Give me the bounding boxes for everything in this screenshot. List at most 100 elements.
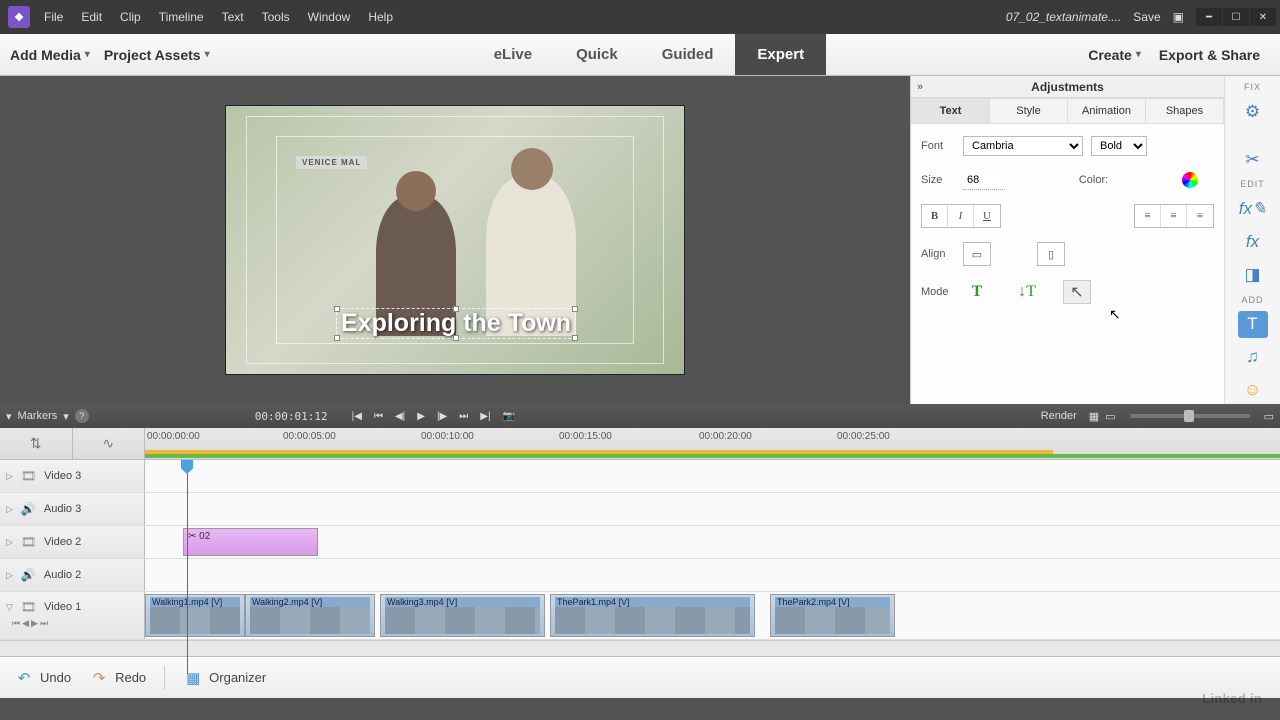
zoom-slider[interactable] (1130, 414, 1250, 418)
menu-timeline[interactable]: Timeline (151, 6, 212, 28)
markers-menu-icon[interactable]: ▾ (6, 410, 12, 423)
align-center-icon[interactable]: ≡ (1161, 205, 1187, 227)
clip-nav-last-icon[interactable]: ⏭ (40, 618, 48, 629)
title-clip[interactable]: ✂ 02 (183, 528, 318, 556)
menu-file[interactable]: File (36, 6, 71, 28)
video-clip[interactable]: Walking2.mp4 [V] (245, 594, 375, 637)
clip-nav-first-icon[interactable]: ⏮ (12, 618, 20, 629)
tools-icon[interactable]: ✂ (1238, 146, 1268, 173)
playhead[interactable] (187, 460, 188, 674)
audio-waveform-icon[interactable]: ∿ (72, 428, 145, 459)
fx-icon[interactable]: fx (1238, 228, 1268, 255)
menu-tools[interactable]: Tools (254, 6, 298, 28)
align-horiz-icon[interactable]: ▭ (964, 243, 990, 265)
transitions-icon[interactable]: ◨ (1238, 262, 1268, 289)
align-left-icon[interactable]: ≡ (1135, 205, 1161, 227)
timecode[interactable]: 00:00:01:12 (255, 410, 328, 423)
add-media-button[interactable]: Add Media (10, 47, 90, 63)
menu-clip[interactable]: Clip (112, 6, 149, 28)
snapshot-icon[interactable]: 📷 (503, 411, 515, 422)
font-select[interactable]: Cambria (963, 136, 1083, 156)
italic-button[interactable]: I (948, 205, 974, 227)
menu-help[interactable]: Help (360, 6, 401, 28)
zoom-fit-icon[interactable]: ▭ (1264, 410, 1274, 423)
safe-margins-icon[interactable]: ▦ (1089, 410, 1099, 423)
video-clip[interactable]: Walking3.mp4 [V] (380, 594, 545, 637)
tab-animation[interactable]: Animation (1068, 98, 1146, 124)
mode-elive[interactable]: eLive (472, 34, 554, 75)
time-ruler[interactable]: 00:00:00:00 00:00:05:00 00:00:10:00 00:0… (145, 428, 1280, 459)
markers-drop-icon[interactable]: ▾ (63, 410, 69, 423)
menu-edit[interactable]: Edit (73, 6, 110, 28)
transport-bar: ▾ Markers ▾ ? 00:00:01:12 |◀ ⏮ ◀| ▶ |▶ ⏭… (0, 404, 1280, 428)
video-clip[interactable]: ThePark2.mp4 [V] (770, 594, 895, 637)
tab-shapes[interactable]: Shapes (1146, 98, 1224, 124)
track-expand-icon[interactable]: ▷ (6, 570, 13, 581)
prev-edit-icon[interactable]: ⏮ (374, 411, 383, 422)
align-vert-icon[interactable]: ▯ (1038, 243, 1064, 265)
fullscreen-icon[interactable]: ▣ (1173, 10, 1184, 24)
color-picker-icon[interactable] (1182, 172, 1198, 188)
selection-icon[interactable]: ↖ (1063, 280, 1091, 304)
menu-text[interactable]: Text (214, 6, 252, 28)
goto-start-icon[interactable]: |◀ (352, 411, 362, 422)
create-button[interactable]: Create (1088, 47, 1141, 63)
panel-collapse-icon[interactable]: » (917, 81, 923, 93)
tab-text[interactable]: Text (911, 98, 990, 124)
fxa-icon[interactable]: fx✎ (1238, 195, 1268, 222)
preview-monitor[interactable]: VENICE MAL Exploring the Town (0, 76, 910, 404)
undo-button[interactable]: ↶Undo (14, 668, 71, 688)
titlebar: ❖ File Edit Clip Timeline Text Tools Win… (0, 0, 1280, 34)
timeline-scrollbar[interactable] (0, 640, 1280, 656)
track-content[interactable] (145, 493, 1280, 525)
timeline-options-icon[interactable]: ⇅ (0, 428, 72, 459)
align-right-icon[interactable]: ≡ (1187, 205, 1213, 227)
vertical-type-icon[interactable]: ↓T (1013, 280, 1041, 304)
export-share-button[interactable]: Export & Share (1159, 47, 1260, 63)
adjust-icon[interactable]: ⚙ (1238, 98, 1268, 125)
track-expand-icon[interactable]: ▷ (6, 471, 13, 482)
horizontal-type-icon[interactable]: T (963, 280, 991, 304)
step-back-icon[interactable]: ◀| (395, 411, 405, 422)
render-button[interactable]: Render (1041, 410, 1077, 422)
track-content[interactable]: Walking1.mp4 [V] Walking2.mp4 [V] Walkin… (145, 592, 1280, 639)
tab-style[interactable]: Style (990, 98, 1068, 124)
title-text-box[interactable]: Exploring the Town (336, 308, 576, 339)
menu-window[interactable]: Window (300, 6, 359, 28)
redo-button[interactable]: ↷Redo (89, 668, 146, 688)
minimize-icon[interactable]: ━ (1196, 8, 1222, 26)
help-icon[interactable]: ? (75, 409, 89, 423)
bold-button[interactable]: B (922, 205, 948, 227)
goto-end-icon[interactable]: ▶| (480, 411, 490, 422)
step-fwd-icon[interactable]: |▶ (437, 411, 447, 422)
project-assets-button[interactable]: Project Assets (104, 47, 210, 63)
clip-nav-next-icon[interactable]: ▶ (31, 618, 38, 629)
mode-quick[interactable]: Quick (554, 34, 640, 75)
video-clip[interactable]: Walking1.mp4 [V] (145, 594, 245, 637)
play-icon[interactable]: ▶ (417, 411, 425, 422)
redo-icon: ↷ (89, 668, 109, 688)
save-button[interactable]: Save (1133, 10, 1160, 24)
close-icon[interactable]: ✕ (1250, 8, 1276, 26)
next-edit-icon[interactable]: ⏭ (459, 411, 468, 422)
track-expand-icon[interactable]: ▷ (6, 504, 13, 515)
font-weight-select[interactable]: Bold (1091, 136, 1147, 156)
markers-label[interactable]: Markers (18, 410, 58, 422)
underline-button[interactable]: U (974, 205, 1000, 227)
track-expand-icon[interactable]: ▷ (6, 537, 13, 548)
mode-guided[interactable]: Guided (640, 34, 736, 75)
fullscreen-preview-icon[interactable]: ▭ (1105, 410, 1115, 423)
maximize-icon[interactable]: ☐ (1223, 8, 1249, 26)
music-icon[interactable]: ♫ (1238, 344, 1268, 371)
clip-nav-prev-icon[interactable]: ◀ (22, 618, 29, 629)
track-collapse-icon[interactable]: ▽ (6, 602, 13, 613)
video-clip[interactable]: ThePark1.mp4 [V] (550, 594, 755, 637)
graphics-icon[interactable]: ☺ (1238, 377, 1268, 404)
titles-icon[interactable]: T (1238, 311, 1268, 338)
mode-expert[interactable]: Expert (735, 34, 826, 75)
size-input[interactable] (963, 170, 1005, 190)
organizer-button[interactable]: ▦Organizer (183, 668, 266, 688)
track-content[interactable] (145, 460, 1280, 492)
track-content[interactable]: ✂ 02 (145, 526, 1280, 558)
track-content[interactable] (145, 559, 1280, 591)
